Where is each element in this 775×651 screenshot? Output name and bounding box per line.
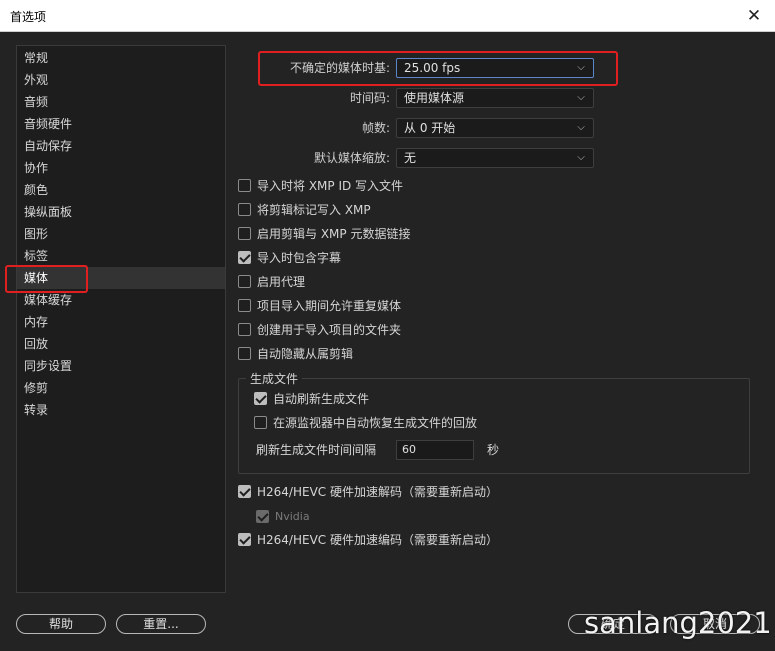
media-option-row[interactable]: 启用剪辑与 XMP 元数据链接	[238, 224, 410, 242]
chevron-down-icon: ⌵	[577, 152, 585, 163]
sidebar-item[interactable]: 操纵面板	[17, 201, 225, 223]
nvidia-label: Nvidia	[275, 509, 310, 523]
media-option-row[interactable]: 启用代理	[238, 272, 305, 290]
sidebar-item[interactable]: 常规	[17, 47, 225, 69]
media-option-label: 自动隐藏从属剪辑	[257, 346, 354, 361]
window-title: 首选项	[10, 10, 47, 24]
sidebar-item[interactable]: 音频硬件	[17, 113, 225, 135]
highlight-box-media	[5, 265, 88, 293]
media-option-row[interactable]: 项目导入期间允许重复媒体	[238, 296, 401, 314]
timecode-value: 使用媒体源	[404, 91, 465, 105]
highlight-box-fps	[258, 51, 618, 86]
sidebar-item[interactable]: 修剪	[17, 377, 225, 399]
media-option-label: 启用剪辑与 XMP 元数据链接	[257, 226, 411, 241]
frame-number-label: 帧数:	[361, 121, 390, 135]
reset-button[interactable]: 重置...	[116, 614, 206, 634]
media-option-checkbox[interactable]	[238, 322, 251, 336]
media-option-row[interactable]: 将剪辑标记写入 XMP	[238, 200, 371, 218]
auto-refresh-checkbox-row[interactable]: 自动刷新生成文件	[254, 389, 369, 407]
media-option-row[interactable]: 创建用于导入项目的文件夹	[238, 320, 401, 338]
chevron-down-icon: ⌵	[577, 92, 585, 103]
media-option-checkbox[interactable]	[238, 178, 251, 192]
sidebar-item[interactable]: 图形	[17, 223, 225, 245]
sidebar-item[interactable]: 颜色	[17, 179, 225, 201]
sidebar-item[interactable]: 回放	[17, 333, 225, 355]
media-option-checkbox[interactable]	[238, 346, 251, 360]
sidebar-item[interactable]: 外观	[17, 69, 225, 91]
auto-recover-checkbox-row[interactable]: 在源监视器中自动恢复生成文件的回放	[254, 413, 477, 431]
sidebar-item[interactable]: 内存	[17, 311, 225, 333]
media-option-row[interactable]: 自动隐藏从属剪辑	[238, 344, 353, 362]
media-option-label: 导入时将 XMP ID 写入文件	[257, 178, 404, 193]
media-option-row[interactable]: 导入时包含字幕	[238, 248, 341, 266]
hw-encode-checkbox-row[interactable]: H264/HEVC 硬件加速编码（需要重新启动）	[238, 530, 498, 548]
watermark-text: sanlang2021	[584, 606, 772, 640]
refresh-interval-input[interactable]: 60	[396, 440, 474, 460]
hw-decode-checkbox[interactable]	[238, 484, 251, 498]
hw-decode-label: H264/HEVC 硬件加速解码（需要重新启动）	[257, 484, 498, 499]
auto-refresh-label: 自动刷新生成文件	[273, 391, 370, 406]
media-option-checkbox[interactable]	[238, 250, 251, 264]
auto-recover-label: 在源监视器中自动恢复生成文件的回放	[273, 415, 478, 430]
default-scaling-dropdown[interactable]: 无 ⌵	[396, 148, 594, 168]
close-icon[interactable]: ✕	[741, 4, 767, 28]
media-option-label: 导入时包含字幕	[257, 250, 342, 265]
frame-number-value: 从 0 开始	[404, 121, 456, 135]
hw-decode-checkbox-row[interactable]: H264/HEVC 硬件加速解码（需要重新启动）	[238, 482, 498, 500]
media-option-checkbox[interactable]	[238, 202, 251, 216]
sidebar-item[interactable]: 标签	[17, 245, 225, 267]
timecode-dropdown[interactable]: 使用媒体源 ⌵	[396, 88, 594, 108]
default-scaling-value: 无	[404, 151, 417, 165]
auto-recover-checkbox[interactable]	[254, 415, 267, 429]
default-scaling-label: 默认媒体缩放:	[313, 151, 390, 165]
preferences-sidebar: 常规 外观 音频 音频硬件 自动保存 协作 颜色 操纵面板 图形 标签 媒体 媒体缓存 内存 回放 同步设置…	[16, 45, 226, 593]
nvidia-checkbox	[256, 509, 269, 523]
sidebar-item[interactable]: 同步设置	[17, 355, 225, 377]
frame-number-dropdown[interactable]: 从 0 开始 ⌵	[396, 118, 594, 138]
media-option-label: 项目导入期间允许重复媒体	[257, 298, 402, 313]
title-bar: 首选项 ✕	[0, 0, 775, 32]
help-button[interactable]: 帮助	[16, 614, 106, 634]
sidebar-item[interactable]: 自动保存	[17, 135, 225, 157]
sidebar-item[interactable]: 协作	[17, 157, 225, 179]
hw-encode-label: H264/HEVC 硬件加速编码（需要重新启动）	[257, 532, 498, 547]
timecode-label: 时间码:	[349, 91, 390, 105]
media-option-label: 启用代理	[257, 274, 306, 289]
media-option-checkbox[interactable]	[238, 274, 251, 288]
hw-encode-checkbox[interactable]	[238, 532, 251, 546]
sidebar-item[interactable]: 音频	[17, 91, 225, 113]
media-option-label: 创建用于导入项目的文件夹	[257, 322, 402, 337]
chevron-down-icon: ⌵	[577, 122, 585, 133]
media-option-checkbox[interactable]	[238, 298, 251, 312]
media-option-row[interactable]: 导入时将 XMP ID 写入文件	[238, 176, 403, 194]
nvidia-checkbox-row: Nvidia	[256, 507, 310, 525]
sidebar-item[interactable]: 转录	[17, 399, 225, 421]
refresh-interval-label: 刷新生成文件时间间隔	[256, 443, 377, 457]
growing-files-title: 生成文件	[246, 370, 303, 387]
media-option-label: 将剪辑标记写入 XMP	[257, 202, 371, 217]
auto-refresh-checkbox[interactable]	[254, 391, 267, 405]
refresh-interval-unit: 秒	[487, 443, 500, 457]
media-option-checkbox[interactable]	[238, 226, 251, 240]
